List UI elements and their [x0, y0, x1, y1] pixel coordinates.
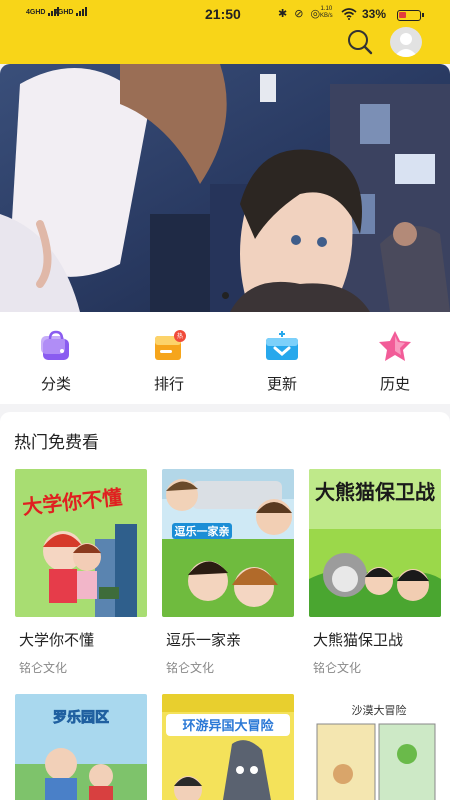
comic-card[interactable]: 大熊猫保卫战 大熊猫保卫战 铭仑文化: [309, 469, 441, 681]
comic-cover: 沙漠大冒险: [309, 694, 441, 800]
comic-card[interactable]: 罗乐园区: [15, 694, 147, 800]
hot-free-section: 热门免费看 大学你不懂 大学你不懂 铭仑文化 逗乐一家亲 逗乐一家亲 铭仑文化 …: [0, 412, 450, 800]
nav-history-label: 历史: [379, 376, 410, 393]
nav-classify[interactable]: 分类: [16, 330, 96, 394]
comic-publisher: 铭仑文化: [313, 661, 362, 675]
comic-title: 大学你不懂: [19, 632, 95, 649]
update-box-icon: [264, 330, 300, 362]
nav-ranking[interactable]: 热 排行: [129, 330, 209, 394]
comic-cover: 大学你不懂: [15, 469, 147, 617]
comic-cover: 逗乐一家亲: [162, 469, 294, 617]
status-bar: 4GHD 4GHD 21:50 ✱ ⊘ ◎ 1.10 KB/s 33%: [0, 0, 450, 28]
comic-publisher: 铭仑文化: [166, 661, 215, 675]
comic-card[interactable]: 逗乐一家亲 逗乐一家亲 铭仑文化: [162, 469, 294, 681]
section-title: 热门免费看: [14, 433, 99, 452]
banner-image: [0, 64, 450, 312]
nav-update[interactable]: 更新: [242, 330, 322, 394]
cover-title: 逗乐一家亲: [175, 524, 230, 538]
nav-classify-label: 分类: [40, 376, 71, 393]
cover-title: 大熊猫保卫战: [315, 480, 435, 504]
top-bar: 4GHD 4GHD 21:50 ✱ ⊘ ◎ 1.10 KB/s 33%: [0, 0, 450, 64]
ranking-badge: 热: [177, 334, 184, 340]
search-button[interactable]: [344, 27, 376, 57]
search-icon: [348, 30, 373, 55]
wifi-icon: [341, 8, 357, 20]
carousel-dot[interactable]: [221, 292, 229, 299]
cover-title: 罗乐园区: [53, 709, 109, 726]
status-time: 21:50: [205, 6, 241, 22]
cover-title: 沙漠大冒险: [352, 703, 407, 717]
signal-2: 4GHD: [54, 7, 88, 16]
star-history-icon: [377, 330, 413, 362]
nav-update-label: 更新: [266, 376, 297, 393]
nav-history[interactable]: 历史: [355, 330, 435, 394]
category-nav: 分类 热 排行 更新 历史: [0, 312, 450, 404]
battery-icon: [397, 10, 424, 21]
cover-title: 环游异国大冒险: [182, 718, 274, 734]
user-icon: [394, 33, 418, 57]
nav-ranking-label: 排行: [153, 376, 184, 393]
comic-card[interactable]: 环游异国大冒险: [162, 694, 294, 800]
comic-cover: 大熊猫保卫战: [309, 469, 441, 617]
comic-title: 大熊猫保卫战: [313, 632, 404, 649]
banner-carousel[interactable]: [0, 64, 450, 312]
shopping-bag-icon: [38, 330, 74, 362]
comic-card[interactable]: 大学你不懂 大学你不懂 铭仑文化: [15, 469, 147, 681]
comic-cover: 环游异国大冒险: [162, 694, 294, 800]
ranking-box-icon: 热: [151, 330, 187, 362]
comic-title: 逗乐一家亲: [166, 632, 242, 649]
comic-publisher: 铭仑文化: [19, 661, 68, 675]
comic-card[interactable]: 沙漠大冒险: [309, 694, 441, 800]
status-icons: ✱ ⊘ ◎: [278, 8, 323, 20]
comic-cover: 罗乐园区: [15, 694, 147, 800]
battery-percent: 33%: [362, 7, 387, 21]
network-speed: 1.10 KB/s: [320, 6, 333, 19]
carousel-indicator: [0, 286, 450, 304]
user-avatar[interactable]: [390, 27, 422, 57]
